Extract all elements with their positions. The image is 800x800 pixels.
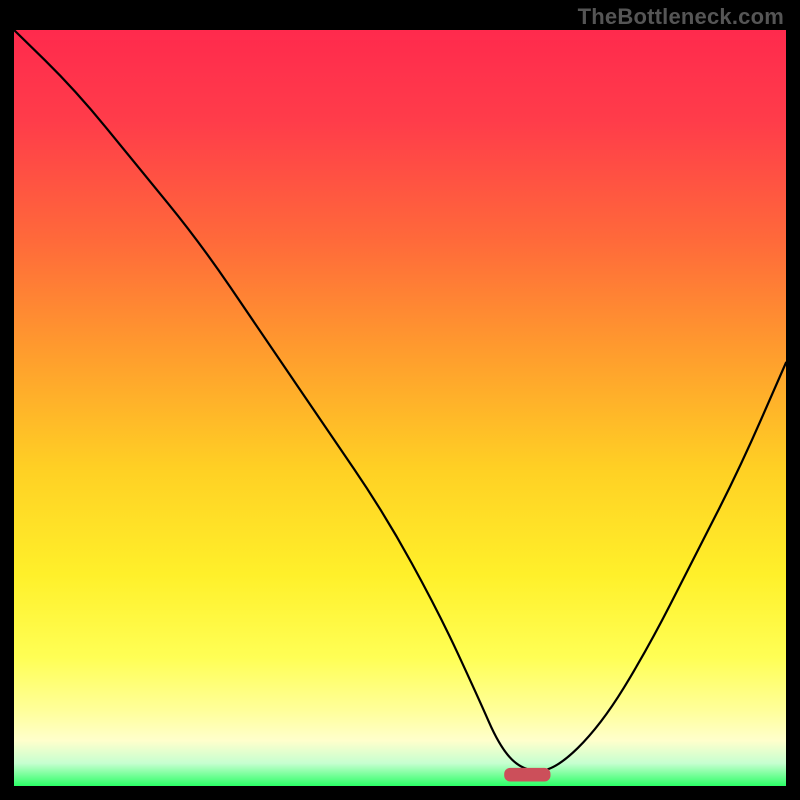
plot-area <box>14 30 786 786</box>
chart-frame: TheBottleneck.com <box>0 0 800 800</box>
gradient-background <box>14 30 786 786</box>
optimum-marker <box>504 768 550 782</box>
watermark-text: TheBottleneck.com <box>578 4 784 30</box>
chart-svg <box>14 30 786 786</box>
